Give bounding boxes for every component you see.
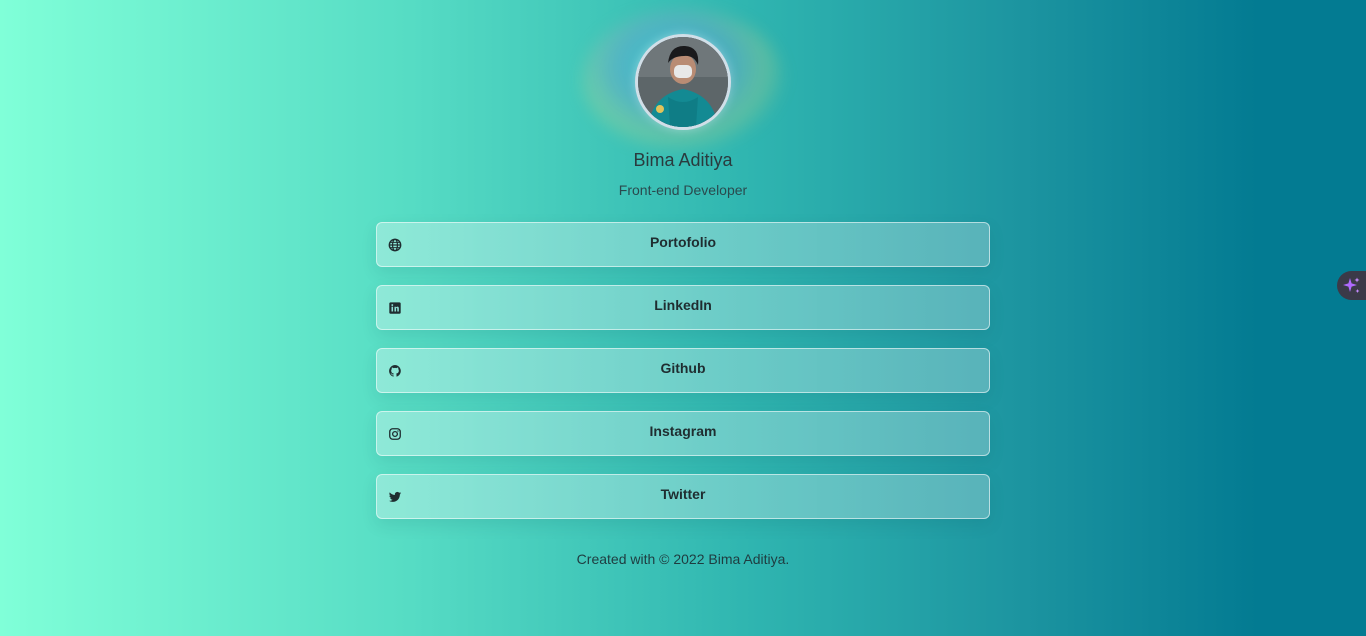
profile-name: Bima Aditiya: [633, 150, 733, 170]
avatar-photo: [638, 37, 728, 127]
link-label: LinkedIn: [654, 297, 712, 313]
link-button-portofolio[interactable]: Portofolio: [376, 222, 990, 267]
link-button-github[interactable]: Github: [376, 348, 990, 393]
sparkle-icon: [1343, 277, 1360, 293]
link-button-instagram[interactable]: Instagram: [376, 411, 990, 456]
link-label: Instagram: [649, 423, 717, 439]
profile-role: Front-end Developer: [618, 182, 748, 198]
link-button-twitter[interactable]: Twitter: [376, 474, 990, 519]
link-label: Github: [660, 360, 706, 376]
link-label: Portofolio: [649, 234, 717, 250]
page: Bima Aditiya Front-end Developer Portofo…: [0, 0, 1366, 636]
assistant-floating-button[interactable]: [1337, 271, 1366, 300]
avatar: [635, 34, 731, 130]
link-label: Twitter: [660, 486, 706, 502]
footer-text: Created with © 2022 Bima Aditiya.: [576, 551, 790, 567]
link-button-linkedin[interactable]: LinkedIn: [376, 285, 990, 330]
